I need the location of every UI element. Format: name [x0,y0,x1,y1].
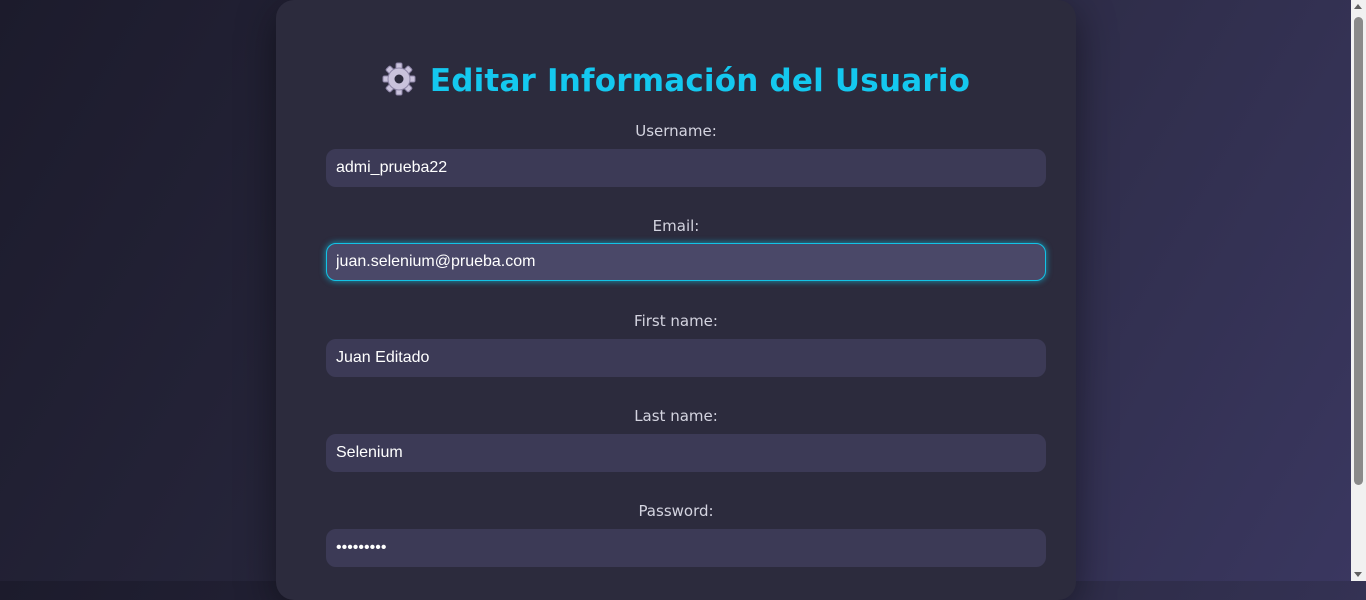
page-title-text: Editar Información del Usuario [429,63,971,99]
scrollbar-thumb[interactable] [1354,17,1363,485]
username-field[interactable] [326,149,1046,187]
last-name-field[interactable] [326,434,1046,472]
first-name-field[interactable] [326,339,1046,377]
edit-user-card: Editar Información del Usuario Username:… [276,0,1076,600]
scroll-down-icon[interactable] [1354,572,1362,577]
password-field[interactable] [326,529,1046,567]
email-field[interactable] [326,243,1046,281]
email-label: Email: [652,217,700,235]
password-label: Password: [638,502,714,520]
first-name-label: First name: [634,312,718,330]
last-name-label: Last name: [634,407,718,425]
page-scrollbar[interactable] [1351,0,1366,581]
gear-icon [382,62,416,104]
page-title: Editar Información del Usuario [276,62,1076,104]
username-label: Username: [635,122,717,140]
scroll-up-icon[interactable] [1354,4,1362,9]
